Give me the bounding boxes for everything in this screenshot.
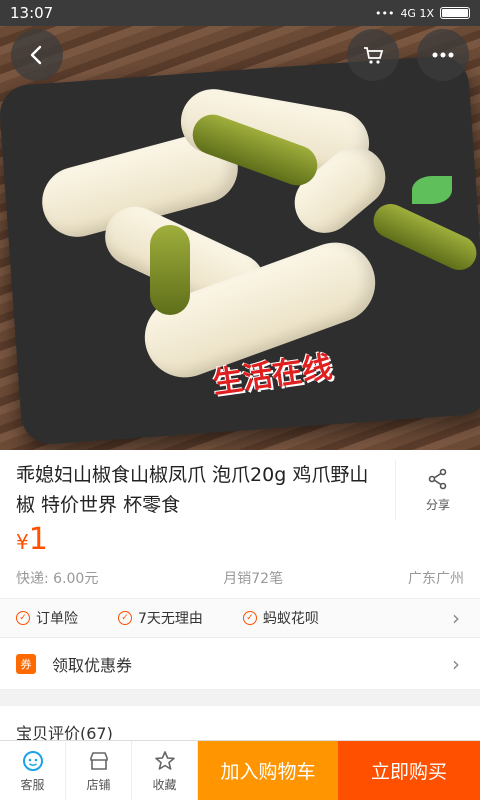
more-button[interactable] [417, 29, 469, 81]
status-bar: 13:07 ••• 4G 1X [0, 0, 480, 26]
guarantee-label: 订单险 [36, 611, 78, 627]
service-icon [22, 750, 43, 771]
ship-location: 广东广州 [407, 571, 464, 587]
status-icons: ••• 4G 1X [375, 7, 470, 20]
chevron-right-icon: › [452, 606, 460, 630]
guarantee-row[interactable]: ✓ 订单险 ✓ 7天无理由 ✓ 蚂蚁花呗 › [0, 598, 480, 638]
currency-symbol: ¥ [16, 530, 29, 554]
check-icon: ✓ [16, 611, 30, 625]
pepper [150, 225, 190, 315]
service-button[interactable]: 客服 [0, 741, 66, 800]
status-time: 13:07 [10, 4, 54, 22]
more-icon [432, 52, 454, 58]
share-label: 分享 [425, 497, 450, 512]
monthly-sales: 月销72笔 [223, 571, 284, 587]
star-icon [154, 750, 175, 770]
coupon-row[interactable]: 券 领取优惠券 › [0, 638, 480, 690]
favorite-button[interactable]: 收藏 [132, 741, 198, 800]
store-icon [89, 751, 108, 770]
guarantee-item: ✓ 蚂蚁花呗 [242, 608, 319, 628]
price-value: 1 [28, 522, 48, 557]
signal-icon: ••• [374, 6, 395, 20]
buy-now-button[interactable]: 立即购买 [338, 741, 480, 800]
share-icon [428, 468, 447, 489]
product-meta: 快递: 6.00元 月销72笔 广东广州 [16, 568, 464, 588]
store-button[interactable]: 店铺 [66, 741, 132, 800]
guarantee-label: 7天无理由 [138, 611, 203, 627]
network-label: 4G 1X [400, 6, 434, 20]
cart-icon [364, 47, 384, 64]
add-to-cart-button[interactable]: 加入购物车 [198, 741, 338, 800]
service-label: 客服 [20, 777, 45, 792]
coupon-icon: 券 [16, 653, 36, 674]
product-info: 乖媳妇山椒食山椒凤爪 泡爪20g 鸡爪野山椒 特价世界 杯零食 分享 ¥1 快递… [0, 450, 480, 598]
back-button[interactable] [11, 29, 63, 81]
share-button[interactable]: 分享 [395, 460, 480, 520]
guarantee-item: ✓ 订单险 [16, 608, 78, 628]
product-price: ¥1 [16, 522, 48, 557]
shipping-fee: 快递: 6.00元 [16, 571, 99, 587]
bottom-action-bar: 客服 店铺 收藏 加入购物车 立即购买 [0, 740, 480, 800]
guarantee-label: 蚂蚁花呗 [262, 611, 319, 627]
back-icon [30, 45, 42, 65]
favorite-label: 收藏 [152, 777, 177, 792]
battery-icon [440, 7, 470, 19]
check-icon: ✓ [118, 611, 132, 625]
product-title: 乖媳妇山椒食山椒凤爪 泡爪20g 鸡爪野山椒 特价世界 杯零食 [16, 464, 369, 516]
chevron-right-icon: › [452, 651, 460, 676]
coupon-label: 领取优惠券 [52, 655, 133, 675]
store-label: 店铺 [86, 777, 111, 792]
guarantee-item: ✓ 7天无理由 [118, 608, 203, 628]
check-icon: ✓ [242, 611, 257, 625]
product-image[interactable]: 生活在线 [0, 0, 480, 450]
leaf [412, 176, 452, 204]
cart-button[interactable] [347, 29, 399, 81]
